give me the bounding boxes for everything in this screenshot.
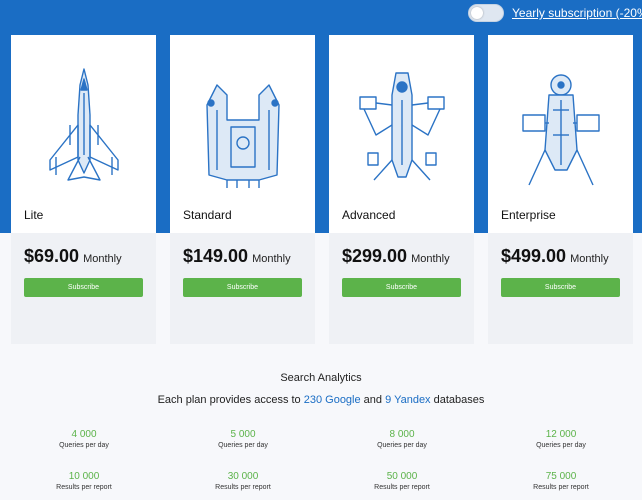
stat-value: 8 000 xyxy=(389,429,415,440)
google-databases-link[interactable]: 230 Google xyxy=(304,394,361,406)
gunship-icon xyxy=(329,65,474,190)
plan-period: Monthly xyxy=(411,253,450,265)
stat-label: Queries per day xyxy=(536,442,586,449)
plan-price-row: $149.00 Monthly xyxy=(183,246,291,267)
stat-label: Queries per day xyxy=(377,442,427,449)
subscribe-button-standard[interactable]: Subscribe xyxy=(183,278,302,297)
plan-period: Monthly xyxy=(570,253,609,265)
stat-value: 30 000 xyxy=(227,471,259,482)
stat-label: Results per report xyxy=(56,484,112,491)
stat-queries-standard: 5 000 Queries per day xyxy=(188,429,298,449)
desc-text: Each plan provides access to xyxy=(157,394,304,406)
stat-results-enterprise: 75 000 Results per report xyxy=(506,471,616,491)
plan-card-lite: Lite $69.00 Monthly Subscribe xyxy=(11,35,156,344)
plan-name: Advanced xyxy=(342,208,396,222)
stat-label: Queries per day xyxy=(59,442,109,449)
subscribe-button-enterprise[interactable]: Subscribe xyxy=(501,278,620,297)
desc-text: and xyxy=(360,394,386,406)
toggle-knob xyxy=(471,7,483,19)
stat-value: 5 000 xyxy=(230,429,256,440)
plan-price-row: $69.00 Monthly xyxy=(24,246,122,267)
stat-label: Queries per day xyxy=(218,442,268,449)
plan-price-row: $299.00 Monthly xyxy=(342,246,450,267)
yandex-databases-link[interactable]: 9 Yandex xyxy=(385,394,430,406)
subscribe-button-lite[interactable]: Subscribe xyxy=(24,278,143,297)
plan-period: Monthly xyxy=(83,253,122,265)
stat-value: 10 000 xyxy=(68,471,100,482)
plan-price-row: $499.00 Monthly xyxy=(501,246,609,267)
stat-results-advanced: 50 000 Results per report xyxy=(347,471,457,491)
stat-queries-enterprise: 12 000 Queries per day xyxy=(506,429,616,449)
plan-card-enterprise: Enterprise $499.00 Monthly Subscribe xyxy=(488,35,633,344)
stat-value: 4 000 xyxy=(71,429,97,440)
yearly-subscription-link[interactable]: Yearly subscription (-20%) xyxy=(512,6,642,20)
cruiser-ship-icon xyxy=(488,65,633,190)
stat-value: 75 000 xyxy=(545,471,577,482)
stat-value: 50 000 xyxy=(386,471,418,482)
plan-card-standard: Standard $149.00 Monthly Subscribe xyxy=(170,35,315,344)
subscribe-button-advanced[interactable]: Subscribe xyxy=(342,278,461,297)
stat-results-lite: 10 000 Results per report xyxy=(29,471,139,491)
plan-name: Standard xyxy=(183,208,232,222)
stat-value: 12 000 xyxy=(545,429,577,440)
heavy-starship-icon xyxy=(170,65,315,190)
plan-card-advanced: Advanced $299.00 Monthly Subscribe xyxy=(329,35,474,344)
stat-label: Results per report xyxy=(215,484,271,491)
plan-price: $69.00 xyxy=(24,246,80,266)
yearly-subscription-toggle[interactable] xyxy=(468,4,504,22)
plan-period: Monthly xyxy=(252,253,291,265)
plan-price: $299.00 xyxy=(342,246,408,266)
stat-queries-lite: 4 000 Queries per day xyxy=(29,429,139,449)
desc-text: databases xyxy=(430,394,485,406)
section-title: Search Analytics xyxy=(280,372,362,384)
plan-name: Enterprise xyxy=(501,208,556,222)
stat-queries-advanced: 8 000 Queries per day xyxy=(347,429,457,449)
section-description: Each plan provides access to 230 Google … xyxy=(0,394,642,406)
jet-fighter-icon xyxy=(11,65,156,190)
stat-label: Results per report xyxy=(374,484,430,491)
plan-price: $499.00 xyxy=(501,246,567,266)
plan-price: $149.00 xyxy=(183,246,249,266)
plan-name: Lite xyxy=(24,208,44,222)
stat-label: Results per report xyxy=(533,484,589,491)
stat-results-standard: 30 000 Results per report xyxy=(188,471,298,491)
